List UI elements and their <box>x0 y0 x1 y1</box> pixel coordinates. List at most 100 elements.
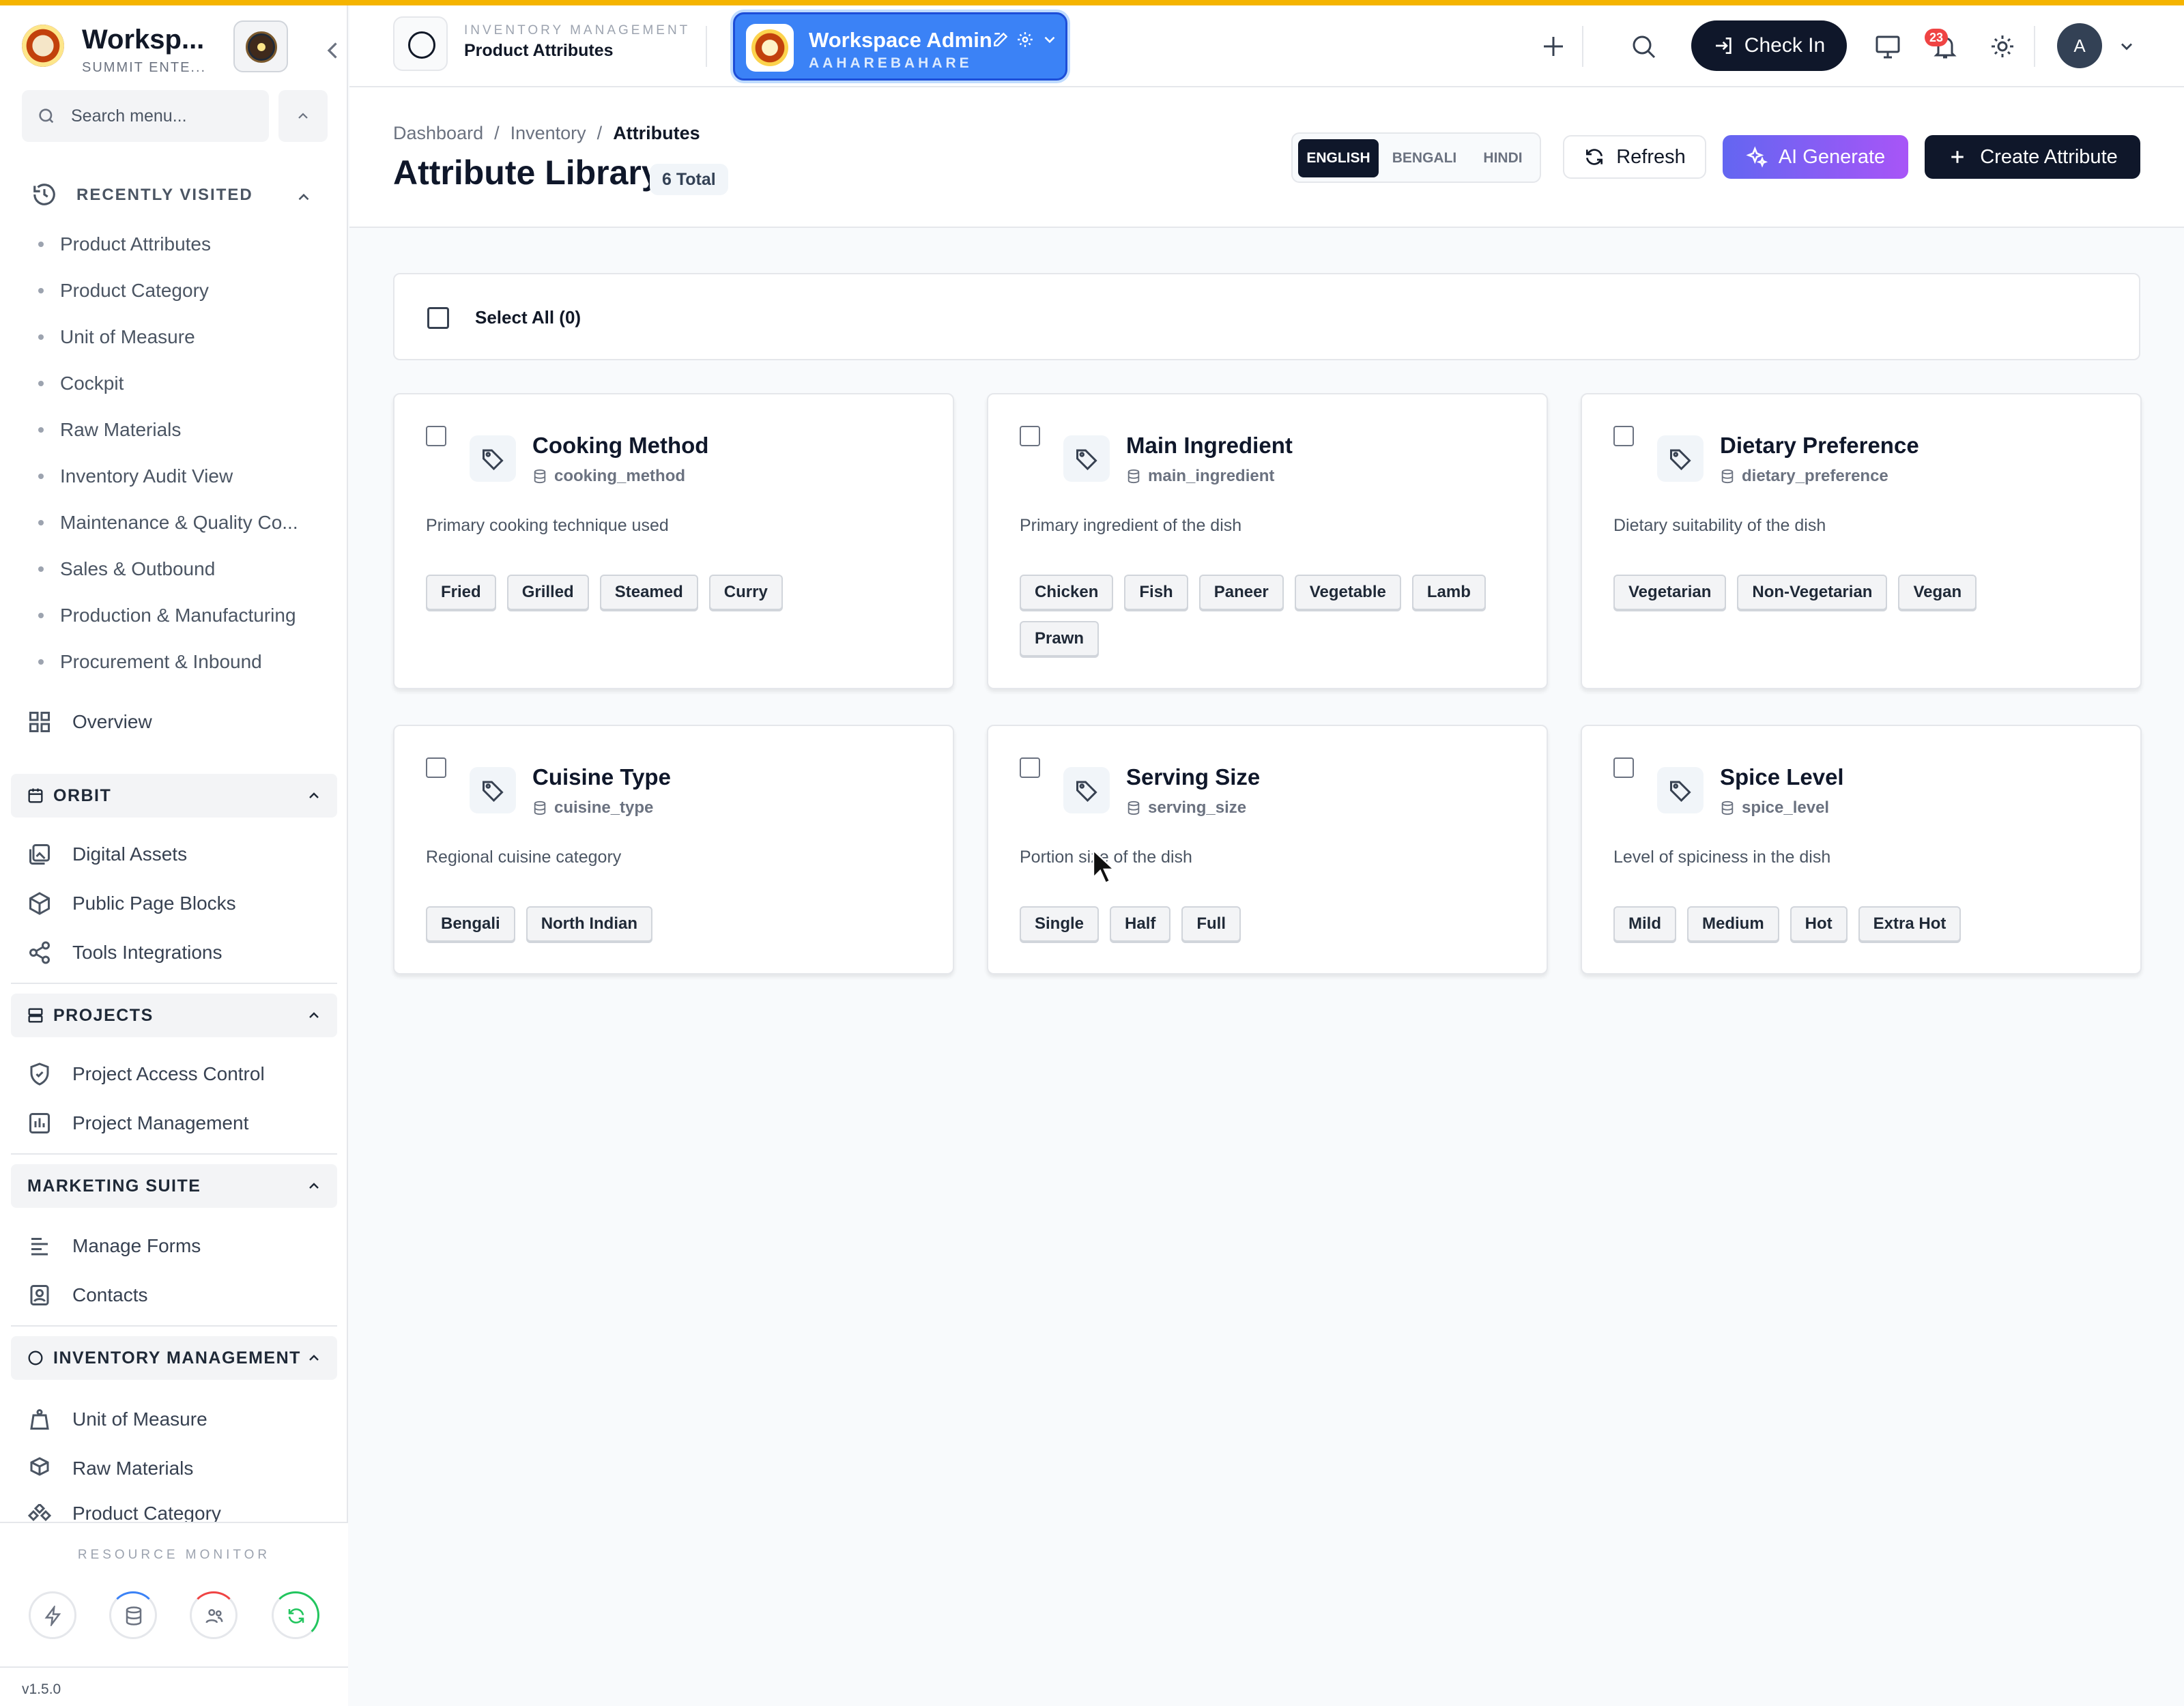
select-all-checkbox[interactable] <box>427 307 449 329</box>
attribute-card[interactable]: Cuisine Type cuisine_type Regional cuisine… <box>393 725 954 974</box>
sidebar-item-unit-of-measure[interactable]: Unit of Measure <box>27 1407 207 1432</box>
attribute-value-chip: Bengali <box>426 906 515 942</box>
recent-item[interactable]: Raw Materials <box>38 419 181 441</box>
attribute-values: Chicken Fish Paneer Vegetable Lamb Prawn <box>1020 575 1525 656</box>
sidebar-item-label: Project Management <box>72 1112 249 1133</box>
recent-item[interactable]: Procurement & Inbound <box>38 651 262 673</box>
group-marketing-suite[interactable]: MARKETING SUITE <box>11 1164 337 1208</box>
chevron-up-icon <box>309 1183 319 1189</box>
bell-icon[interactable] <box>1921 22 1970 71</box>
bullet-dot <box>38 242 44 247</box>
divider <box>11 1153 337 1155</box>
refresh-button[interactable]: Refresh <box>1563 135 1706 179</box>
sync-monitor[interactable] <box>272 1591 319 1639</box>
recent-item[interactable]: Product Category <box>38 280 209 302</box>
group-orbit[interactable]: ORBIT <box>11 774 337 818</box>
monitor-icon[interactable] <box>1863 22 1912 71</box>
workspace-switcher[interactable]: Workspace Admin AAHAREBAHARE <box>733 12 1067 81</box>
organization-badge[interactable] <box>233 20 288 72</box>
select-all-label: Select All (0) <box>475 307 581 328</box>
search-icon[interactable] <box>1619 22 1668 71</box>
card-checkbox[interactable] <box>1020 757 1040 778</box>
create-attribute-button[interactable]: Create Attribute <box>1925 135 2140 179</box>
attribute-key-label: serving_size <box>1148 798 1247 817</box>
attribute-values: Single Half Full <box>1020 906 1525 942</box>
module-icon-button[interactable] <box>393 16 448 71</box>
sidebar-item-overview[interactable]: Overview <box>27 710 152 734</box>
sidebar-item-label: Unit of Measure <box>72 1408 207 1430</box>
group-inventory-management[interactable]: INVENTORY MANAGEMENT <box>11 1336 337 1380</box>
attribute-card[interactable]: Spice Level spice_level Level of spiciness… <box>1581 725 2142 974</box>
attribute-card[interactable]: Serving Size serving_size Portion size of … <box>987 725 1548 974</box>
card-checkbox[interactable] <box>1613 426 1634 446</box>
ai-generate-label: AI Generate <box>1778 145 1886 168</box>
card-checkbox[interactable] <box>426 426 446 446</box>
plus-icon[interactable] <box>1529 22 1578 71</box>
sidebar-item-project-management[interactable]: Project Management <box>27 1111 248 1136</box>
card-checkbox[interactable] <box>1020 426 1040 446</box>
top-bar: INVENTORY MANAGEMENT Product Attributes … <box>349 5 2184 87</box>
workspace-logo <box>22 25 64 67</box>
recent-item[interactable]: Production & Manufacturing <box>38 605 296 626</box>
attribute-card[interactable]: Main Ingredient main_ingredient Primary in… <box>987 393 1548 689</box>
attribute-value-chip: Lamb <box>1411 575 1486 610</box>
chevron-up-icon[interactable] <box>295 188 313 206</box>
breadcrumb-inventory[interactable]: Inventory <box>511 123 586 144</box>
version-label: v1.5.0 <box>22 1681 61 1697</box>
attribute-value-chip: Vegetarian <box>1613 575 1727 610</box>
recent-item[interactable]: Sales & Outbound <box>38 558 215 580</box>
chevron-down-icon[interactable] <box>1041 31 1059 48</box>
edit-icon[interactable] <box>992 31 1009 48</box>
attribute-value-chip: Medium <box>1687 906 1779 942</box>
search-collapse-button[interactable] <box>278 90 328 142</box>
recent-item[interactable]: Unit of Measure <box>38 326 195 348</box>
attribute-card[interactable]: Dietary Preference dietary_preference Diet… <box>1581 393 2142 689</box>
sidebar-item-contacts[interactable]: Contacts <box>27 1283 148 1307</box>
sidebar-item-raw-materials[interactable]: Raw Materials <box>27 1456 193 1481</box>
sidebar-item-label: Tools Integrations <box>72 942 222 963</box>
collapse-sidebar-icon[interactable] <box>321 38 345 63</box>
attribute-card[interactable]: Cooking Method cooking_method Primary cook… <box>393 393 954 689</box>
sidebar-item-project-access-control[interactable]: Project Access Control <box>27 1062 265 1086</box>
database-icon <box>1721 469 1734 484</box>
sidebar-item-public-page-blocks[interactable]: Public Page Blocks <box>27 891 236 916</box>
tab-bengali[interactable]: BENGALI <box>1384 139 1465 177</box>
settings-icon[interactable] <box>1978 22 2027 71</box>
version-footer: v1.5.0 <box>0 1666 348 1706</box>
tab-hindi[interactable]: HINDI <box>1470 139 1536 177</box>
sidebar-item-tools-integrations[interactable]: Tools Integrations <box>27 940 222 965</box>
sidebar-item-product-category[interactable]: Product Category <box>27 1504 221 1523</box>
attribute-value-chip: Full <box>1181 906 1241 942</box>
search-menu-input[interactable]: Search menu... <box>22 90 269 142</box>
recent-item[interactable]: Maintenance & Quality Co... <box>38 512 298 534</box>
users-monitor[interactable] <box>190 1591 238 1639</box>
cpu-monitor[interactable] <box>29 1591 76 1639</box>
user-avatar[interactable]: A <box>2057 23 2102 68</box>
sidebar-item-manage-forms[interactable]: Manage Forms <box>27 1234 201 1258</box>
card-checkbox[interactable] <box>1613 757 1634 778</box>
recent-item[interactable]: Product Attributes <box>38 233 211 255</box>
gear-icon[interactable] <box>1016 31 1034 48</box>
tab-english[interactable]: ENGLISH <box>1298 139 1379 177</box>
chart-icon <box>29 1113 50 1133</box>
divider <box>11 1325 337 1327</box>
sidebar-item-digital-assets[interactable]: Digital Assets <box>27 842 187 867</box>
recently-visited-title: RECENTLY VISITED <box>76 186 253 204</box>
recent-item-label: Product Attributes <box>60 233 212 255</box>
shield-icon <box>30 1062 49 1086</box>
recent-item[interactable]: Inventory Audit View <box>38 465 233 487</box>
check-in-button[interactable]: Check In <box>1691 20 1847 71</box>
group-title: ORBIT <box>53 786 112 805</box>
bullet-dot <box>38 520 44 525</box>
attribute-key: spice_level <box>1720 798 1829 818</box>
sidebar: Worksp... SUMMIT ENTE... Search menu... … <box>0 5 348 1706</box>
ai-generate-button[interactable]: AI Generate <box>1723 135 1908 179</box>
card-checkbox[interactable] <box>426 757 446 778</box>
recent-item[interactable]: Cockpit <box>38 373 124 394</box>
chevron-down-icon[interactable] <box>2117 37 2136 56</box>
refresh-label: Refresh <box>1616 145 1686 168</box>
database-monitor[interactable] <box>109 1591 157 1639</box>
group-projects[interactable]: PROJECTS <box>11 994 337 1037</box>
brand-header[interactable]: Worksp... SUMMIT ENTE... <box>20 19 337 76</box>
breadcrumb-dashboard[interactable]: Dashboard <box>393 123 483 144</box>
